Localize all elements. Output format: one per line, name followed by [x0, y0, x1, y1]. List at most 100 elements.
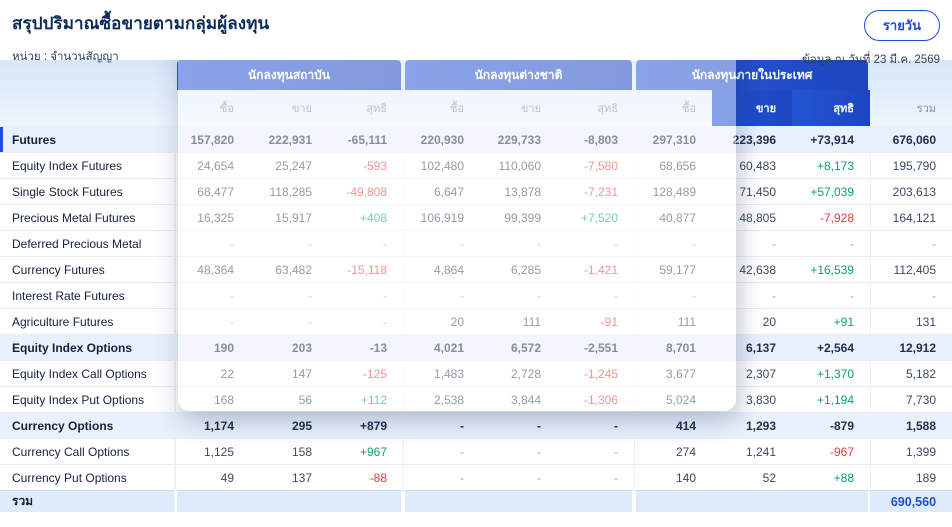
cell-value: -	[712, 230, 793, 256]
cell-value: 8,701	[634, 334, 713, 360]
cell-value: 128,489	[634, 178, 713, 204]
row-total: 1,588	[870, 412, 952, 438]
cell-value: 147	[250, 360, 328, 386]
local-net-header: สุทธิ	[792, 90, 871, 126]
cell-value: 102,480	[403, 152, 481, 178]
total-row-label: รวม	[0, 490, 175, 512]
cell-value: 220,930	[403, 126, 481, 152]
cell-value: 3,677	[634, 360, 713, 386]
row-total: 1,399	[870, 438, 952, 464]
cell-value: -593	[328, 152, 404, 178]
cell-value: 15,917	[250, 204, 328, 230]
cell-value: 59,177	[634, 256, 713, 282]
cell-value: -879	[792, 412, 871, 438]
cell-value: 1,293	[712, 412, 793, 438]
group-foreign: นักลงทุนต่างชาติ	[403, 60, 634, 90]
cell-value: 60,483	[712, 152, 793, 178]
cell-value: 203	[250, 334, 328, 360]
cell-value: -65,111	[328, 126, 404, 152]
cell-value: 16,325	[175, 204, 250, 230]
trading-summary-page: สรุปปริมาณซื้อขายตามกลุ่มผู้ลงทุน หน่วย …	[0, 0, 952, 527]
row-label: Deferred Precious Metal	[0, 230, 175, 256]
cell-value: 6,137	[712, 334, 793, 360]
cell-value: -	[250, 282, 328, 308]
cell-value: 99,399	[480, 204, 558, 230]
cell-value: +408	[328, 204, 404, 230]
cell-value: -	[634, 230, 713, 256]
cell-value: -1,245	[557, 360, 635, 386]
daily-toggle-button[interactable]: รายวัน	[863, 10, 940, 41]
total-column-header: รวม	[916, 103, 937, 115]
cell-value: -	[480, 438, 558, 464]
cell-value: 48,805	[712, 204, 793, 230]
cell-value: -49,808	[328, 178, 404, 204]
cell-value: -	[403, 438, 481, 464]
table-row: Currency Futures 48,364 63,482 -15,118 4,864…	[0, 256, 952, 282]
cell-value: 20	[712, 308, 793, 334]
row-label: Single Stock Futures	[0, 178, 175, 204]
cell-value: -15,118	[328, 256, 404, 282]
cell-value: 157,820	[175, 126, 250, 152]
cell-value: -	[250, 230, 328, 256]
cell-value: -	[480, 230, 558, 256]
cell-value: 71,450	[712, 178, 793, 204]
cell-value: -	[328, 230, 404, 256]
cell-value: 25,247	[250, 152, 328, 178]
row-total: 112,405	[870, 256, 952, 282]
row-total: 676,060	[870, 126, 952, 152]
cell-value: +2,564	[792, 334, 871, 360]
cell-value: 56	[250, 386, 328, 412]
cell-value: -88	[328, 464, 404, 490]
cell-value: 68,477	[175, 178, 250, 204]
cell-value: 158	[250, 438, 328, 464]
cell-value: 190	[175, 334, 250, 360]
row-label: Interest Rate Futures	[0, 282, 175, 308]
cell-value: -	[403, 412, 481, 438]
cell-value: 52	[712, 464, 793, 490]
grand-total-value: 690,560	[870, 490, 952, 512]
cell-value: -	[480, 412, 558, 438]
cell-value: -	[792, 230, 871, 256]
cell-value: -2,551	[557, 334, 635, 360]
cell-value: 1,125	[175, 438, 250, 464]
cell-value: 223,396	[712, 126, 793, 152]
row-label: Agriculture Futures	[0, 308, 175, 334]
cell-value: -	[175, 308, 250, 334]
cell-value: 49	[175, 464, 250, 490]
cell-value: 2,307	[712, 360, 793, 386]
page-header: สรุปปริมาณซื้อขายตามกลุ่มผู้ลงทุน หน่วย …	[0, 0, 952, 66]
cell-value: -	[480, 282, 558, 308]
cell-value: -7,231	[557, 178, 635, 204]
row-label: Precious Metal Futures	[0, 204, 175, 230]
cell-value: 2,728	[480, 360, 558, 386]
row-total: 5,182	[870, 360, 952, 386]
cell-value: 20	[403, 308, 481, 334]
cell-value: -	[557, 464, 635, 490]
cell-value: -	[480, 464, 558, 490]
row-label: Equity Index Options	[0, 334, 175, 360]
row-total: 12,912	[870, 334, 952, 360]
table-row: Equity Index Put Options 168 56 +112 2,538 3,…	[0, 386, 952, 412]
cell-value: -	[403, 230, 481, 256]
row-total: -	[870, 230, 952, 256]
cell-value: 6,572	[480, 334, 558, 360]
cell-value: -	[175, 230, 250, 256]
table-row: Single Stock Futures 68,477 118,285 -49,808…	[0, 178, 952, 204]
row-total: -	[870, 282, 952, 308]
foreign-buy-header: ซื้อ	[449, 103, 465, 115]
cell-value: -	[250, 308, 328, 334]
row-total: 189	[870, 464, 952, 490]
row-label: Currency Put Options	[0, 464, 175, 490]
row-label: Futures	[0, 126, 175, 152]
cell-value: -	[557, 282, 635, 308]
total-row-foreign	[403, 490, 635, 512]
table-row: Equity Index Options 190 203 -13 4,021 6,572-…	[0, 334, 952, 360]
cell-value: +16,539	[792, 256, 871, 282]
cell-value: -967	[792, 438, 871, 464]
cell-value: -13	[328, 334, 404, 360]
cell-value: -1,421	[557, 256, 635, 282]
cell-value: 295	[250, 412, 328, 438]
table-body: Futures 157,820 222,931 -65,111 220,930 229,7…	[0, 126, 952, 490]
cell-value: +57,039	[792, 178, 871, 204]
cell-value: 6,647	[403, 178, 481, 204]
